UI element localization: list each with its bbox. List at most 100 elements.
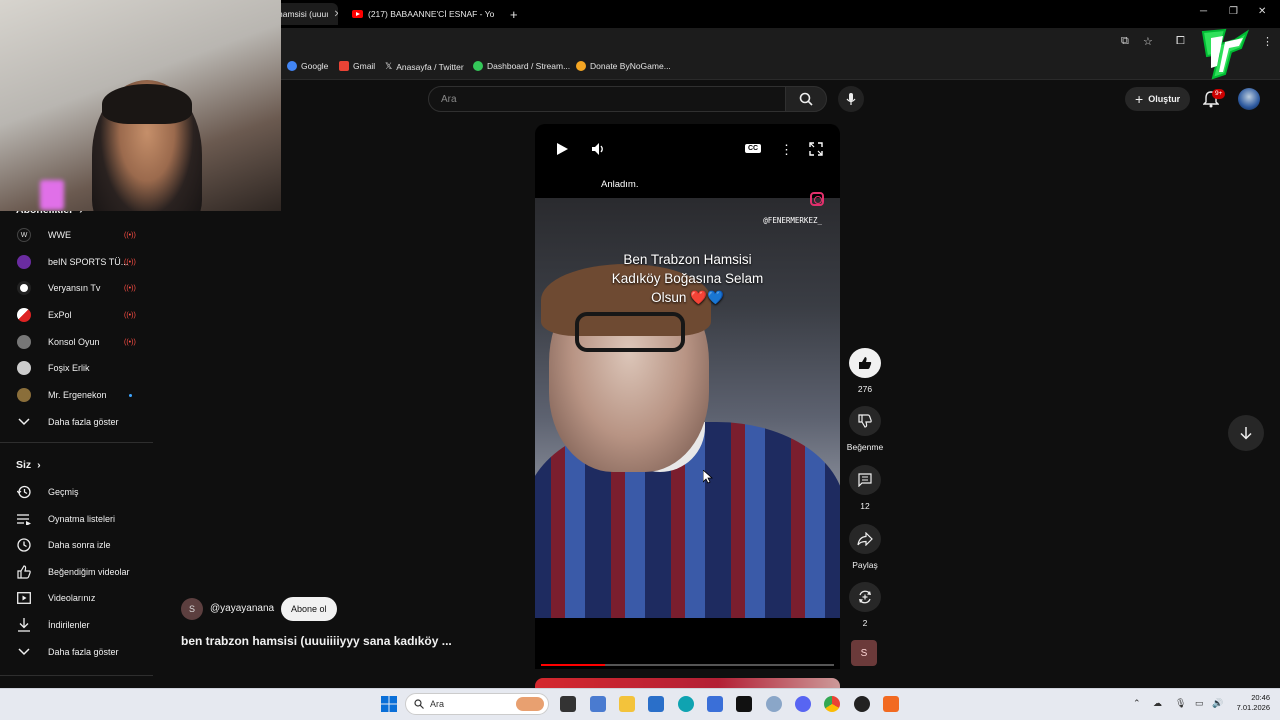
plus-icon: + — [1135, 91, 1144, 107]
play-icon[interactable] — [555, 142, 569, 159]
sidebar-channel-fosix[interactable]: Foşix Erlik — [0, 355, 153, 381]
create-button[interactable]: + Oluştur — [1125, 87, 1191, 111]
sidebar-channel-expol[interactable]: ExPol ((•)) — [0, 302, 153, 328]
remix-button[interactable] — [849, 582, 881, 612]
channel-avatar — [17, 361, 31, 375]
share-button[interactable] — [849, 524, 881, 554]
tray-network-icon[interactable]: ▭ — [1195, 698, 1204, 709]
channel-handle[interactable]: @yayayanana — [210, 603, 274, 614]
tab-label: hamsisi (uuuı — [278, 9, 329, 19]
comments-button[interactable] — [849, 465, 881, 495]
tray-mic-icon[interactable]: 🎙 — [1175, 698, 1186, 709]
sidebar-channel-konsol-oyun[interactable]: Konsol Oyun ((•)) — [0, 329, 153, 355]
subscribe-button[interactable]: Abone ol — [281, 597, 337, 621]
sidebar-channel-ergenekon[interactable]: Mr. Ergenekon — [0, 382, 153, 408]
video-progress-fill — [541, 664, 606, 666]
sidebar-channel-veryansin[interactable]: Veryansın Tv ((•)) — [0, 275, 153, 301]
minimize-icon[interactable]: ─ — [1200, 6, 1207, 17]
next-short-button[interactable] — [1228, 415, 1264, 451]
search-icon — [414, 699, 424, 709]
bookmark-google[interactable]: Google — [287, 61, 328, 71]
account-avatar[interactable] — [1238, 88, 1260, 110]
fullscreen-icon[interactable] — [809, 142, 823, 159]
video-progress-bar[interactable] — [541, 664, 834, 666]
channel-avatar — [17, 281, 31, 295]
tray-volume-icon[interactable]: 🔊 — [1212, 698, 1223, 709]
tab-babaanne[interactable]: (217) BABAANNE'Cİ ESNAF - Yo ✕ — [344, 3, 498, 25]
bookmark-label: Google — [301, 61, 329, 71]
volume-icon[interactable] — [591, 142, 605, 159]
sidebar-item-label: İndirilenler — [48, 620, 90, 630]
sidebar-item-watch-later[interactable]: Daha sonra izle — [0, 532, 153, 558]
taskbar-search-input[interactable]: Ara — [405, 693, 549, 715]
you-section-header[interactable]: Siz › — [16, 459, 41, 471]
your-videos-icon — [17, 591, 31, 605]
file-explorer-icon[interactable] — [619, 696, 635, 712]
tray-overflow-icon[interactable]: ⌃ — [1133, 698, 1141, 709]
task-view-icon[interactable] — [560, 696, 576, 712]
sidebar-channel-wwe[interactable]: W WWE ((•)) — [0, 222, 153, 248]
channel-avatar: W — [17, 228, 31, 242]
restore-icon[interactable]: ❐ — [1229, 6, 1238, 17]
dislike-button[interactable] — [849, 406, 881, 436]
short-title[interactable]: ben trabzon hamsisi (uuuiiiiyyy sana kad… — [181, 634, 452, 648]
sidebar-item-liked-videos[interactable]: Beğendiğim videolar — [0, 559, 153, 585]
capcut-icon[interactable] — [736, 696, 752, 712]
video-glasses — [575, 312, 685, 352]
sidebar-channel-bein[interactable]: beIN SPORTS TÜ... ((•)) — [0, 249, 153, 275]
discord-icon[interactable] — [795, 696, 811, 712]
sidebar-show-more-subscriptions[interactable]: Daha fazla göster — [0, 409, 153, 435]
channel-avatar[interactable]: S — [181, 598, 203, 620]
video-frame[interactable]: Anladım. @FENERMERKEZ_ Ben Trabzon Hamsi… — [535, 172, 840, 618]
create-label: Oluştur — [1148, 94, 1181, 104]
like-action[interactable]: 276 — [849, 348, 881, 394]
window-close-icon[interactable]: ✕ — [1258, 6, 1266, 17]
chrome-icon[interactable] — [824, 696, 840, 712]
dislike-action[interactable]: Beğenme — [847, 406, 883, 452]
new-tab-button[interactable]: + — [502, 3, 522, 25]
bookmark-donate[interactable]: Donate ByNoGame... — [576, 61, 671, 71]
comments-action[interactable]: 12 — [849, 465, 881, 511]
search-button[interactable] — [785, 86, 827, 112]
voice-search-button[interactable] — [838, 86, 864, 112]
close-tab-icon[interactable]: ✕ — [334, 9, 338, 20]
tray-cloud-icon[interactable]: ☁ — [1153, 698, 1162, 709]
like-button[interactable] — [849, 348, 881, 378]
windows-start-icon[interactable] — [381, 696, 397, 712]
sidebar-item-downloads[interactable]: İndirilenler — [0, 612, 153, 638]
next-short-preview[interactable] — [535, 678, 840, 688]
share-action[interactable]: Paylaş — [849, 524, 881, 570]
taskbar-clock[interactable]: 20:46 7.01.2026 — [1230, 693, 1270, 713]
sidebar-show-more-you[interactable]: Daha fazla göster — [0, 639, 153, 665]
store-icon[interactable] — [648, 696, 664, 712]
mouse-cursor-icon — [703, 470, 713, 484]
browser-menu-icon[interactable]: ⋮ — [1262, 35, 1273, 48]
sidebar-item-history[interactable]: Geçmiş — [0, 479, 153, 505]
captions-button[interactable]: CC — [745, 144, 762, 153]
sidebar-item-playlists[interactable]: Oynatma listeleri — [0, 506, 153, 532]
edge-icon[interactable] — [678, 696, 694, 712]
sidebar-item-label: Geçmiş — [48, 487, 79, 497]
bookmark-dashboard[interactable]: Dashboard / Stream... — [473, 61, 570, 71]
channel-name: Foşix Erlik — [48, 363, 90, 373]
remix-action[interactable]: 2 — [849, 582, 881, 628]
outlook-icon[interactable] — [707, 696, 723, 712]
hub-app-icon[interactable] — [590, 696, 606, 712]
bookmark-twitter[interactable]: 𝕏 Anasayfa / Twitter — [385, 61, 464, 72]
share-label: Paylaş — [852, 560, 878, 570]
settings-gear-icon[interactable] — [766, 696, 782, 712]
channel-name: beIN SPORTS TÜ... — [48, 257, 129, 267]
sidebar-item-your-videos[interactable]: Videolarınız — [0, 585, 153, 611]
bookmark-star-icon[interactable]: ☆ — [1143, 35, 1153, 48]
show-more-label: Daha fazla göster — [48, 647, 119, 657]
search-input[interactable]: Ara — [428, 86, 786, 112]
extensions-icon[interactable]: ⧠ — [1176, 35, 1185, 48]
obs-icon[interactable] — [854, 696, 870, 712]
more-options-icon[interactable]: ⋮ — [780, 142, 793, 158]
cast-icon[interactable]: ⧉ — [1121, 35, 1129, 48]
channel-avatar-button[interactable]: S — [851, 640, 877, 666]
bookmark-gmail[interactable]: Gmail — [339, 61, 375, 71]
app-icon[interactable] — [883, 696, 899, 712]
shorts-player[interactable]: CC ⋮ Anladım. @FENERMERKEZ_ Ben Trabzon … — [535, 124, 840, 669]
search-highlight-icon — [516, 697, 544, 711]
